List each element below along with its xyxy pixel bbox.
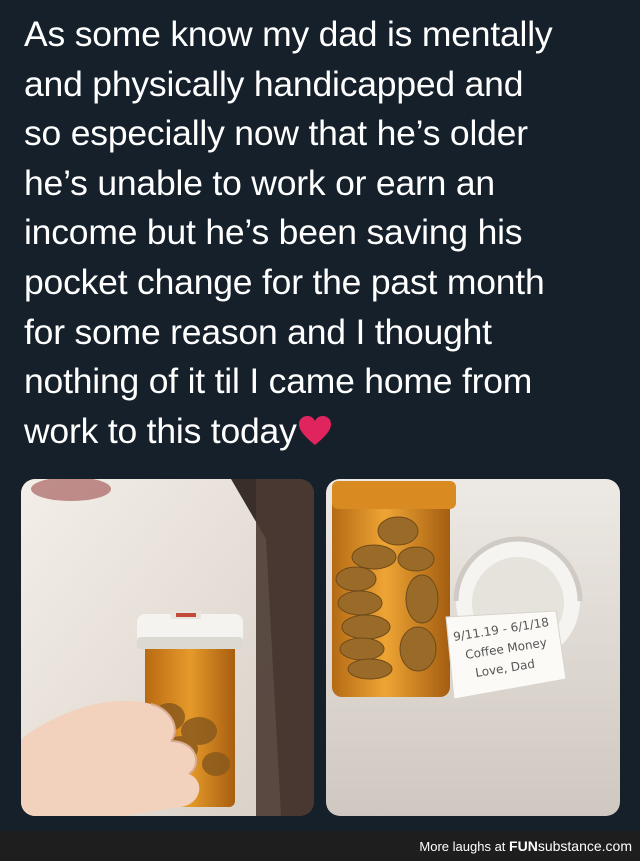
- tweet-line: income but he’s been saving his: [24, 212, 523, 253]
- watermark-prefix: More laughs at: [419, 839, 506, 854]
- tweet-line: work to this today: [24, 410, 297, 451]
- tweet-line: pocket change for the past month: [24, 261, 545, 302]
- tweet-line: nothing of it til I came home from: [24, 361, 533, 402]
- watermark-bar: More laughs at FUNsubstance.com: [0, 831, 640, 861]
- tweet-text: As some know my dad is mentally and phys…: [24, 10, 624, 460]
- brand-domain: substance.com: [537, 838, 632, 854]
- red-heart-icon: [298, 411, 332, 461]
- photo-coins-and-note[interactable]: 9/11.19 - 6/1/18 Coffee Money Love, Dad: [326, 479, 620, 816]
- tweet-line: he’s unable to work or earn an: [24, 162, 495, 203]
- tweet-line: and physically handicapped and: [24, 63, 524, 104]
- tweet-line: for some reason and I thought: [24, 311, 492, 352]
- tweet-line: As some know my dad is mentally: [24, 14, 553, 54]
- photo-hand-holding-bottle[interactable]: [21, 479, 314, 816]
- tweet-line: so especially now that he’s older: [24, 113, 528, 154]
- brand-fun: FUN: [509, 838, 538, 854]
- watermark-text[interactable]: More laughs at FUNsubstance.com: [419, 838, 632, 855]
- tweet-line-last: work to this today: [24, 407, 624, 461]
